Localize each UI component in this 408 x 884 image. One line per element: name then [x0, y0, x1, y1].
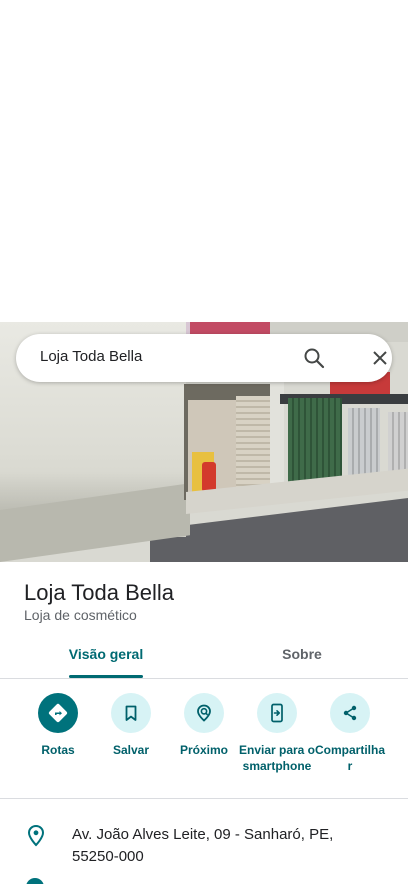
search-input[interactable]: Loja Toda Bella	[40, 348, 142, 365]
share-button[interactable]: Compartilhar	[310, 693, 390, 774]
tab-overview[interactable]: Visão geral	[66, 646, 146, 662]
save-label: Salvar	[112, 743, 150, 757]
share-icon	[330, 693, 370, 733]
photo-shutter	[236, 396, 270, 496]
send-to-phone-label: Enviar para o smartphone	[238, 743, 316, 773]
search-bar[interactable]: Loja Toda Bella	[16, 334, 392, 382]
send-to-phone-button[interactable]: Enviar para o smartphone	[237, 693, 317, 774]
bookmark-icon	[111, 693, 151, 733]
directions-button[interactable]: Rotas	[18, 693, 98, 758]
place-title: Loja Toda Bella	[24, 580, 175, 605]
tabs-divider	[0, 678, 408, 679]
section-divider	[0, 798, 408, 799]
save-button[interactable]: Salvar	[91, 693, 171, 758]
directions-icon	[38, 693, 78, 733]
close-icon[interactable]	[368, 346, 392, 370]
map-blank-area	[0, 0, 408, 322]
photo-shutter	[348, 408, 380, 482]
nearby-icon	[184, 693, 224, 733]
address-text: Av. João Alves Leite, 09 - Sanharó, PE, …	[72, 826, 334, 865]
photo-bucket	[202, 462, 216, 492]
location-pin-icon	[26, 824, 46, 848]
nearby-button[interactable]: Próximo	[164, 693, 244, 758]
photo-green-door	[288, 398, 342, 486]
share-label: Compartilhar	[314, 743, 385, 773]
search-icon[interactable]	[302, 346, 326, 370]
tab-about[interactable]: Sobre	[262, 646, 342, 662]
photo-shutter	[388, 412, 408, 476]
hours-icon	[26, 878, 44, 884]
place-category[interactable]: Loja de cosmético	[24, 607, 137, 623]
send-to-phone-icon	[257, 693, 297, 733]
directions-label: Rotas	[41, 743, 75, 757]
nearby-label: Próximo	[179, 743, 228, 757]
